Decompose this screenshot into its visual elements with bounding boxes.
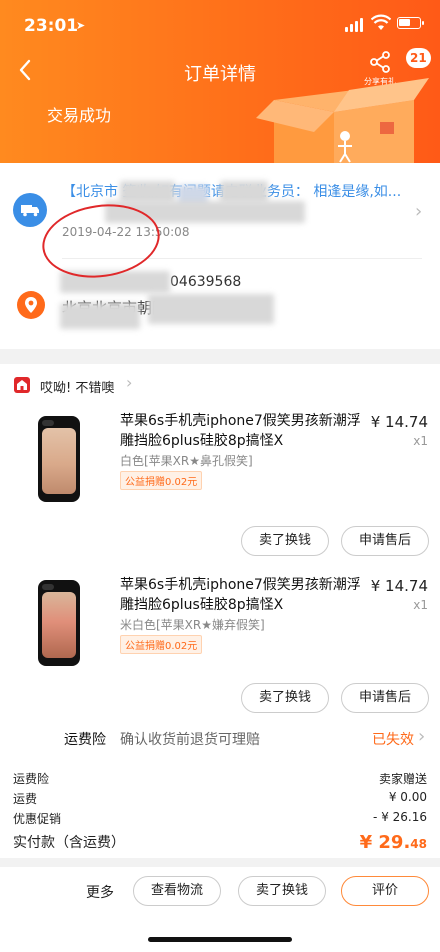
bottom-action-bar: 更多 查看物流 卖了换钱 评价: [0, 867, 440, 952]
product-quantity: x1: [413, 598, 428, 612]
product-thumbnail[interactable]: [38, 580, 80, 666]
freight-insurance-row[interactable]: 运费险 确认收货前退货可理赔 已失效 ›: [0, 724, 440, 764]
status-bar: 23:01 ➤: [0, 0, 440, 44]
resell-button[interactable]: 卖了换钱: [238, 876, 326, 906]
chevron-right-icon: ›: [418, 726, 426, 747]
more-button[interactable]: 更多: [86, 882, 114, 902]
product-price: ¥ 14.74: [370, 577, 428, 595]
freight-insurance-desc: 确认收货前退货可理赔: [120, 732, 260, 748]
total-label: 实付款（含运费）: [13, 835, 125, 851]
chevron-right-icon: ›: [415, 201, 423, 222]
privacy-blur: [60, 303, 140, 329]
total-amount: ¥ 29.48: [359, 832, 427, 853]
signal-icon: [345, 18, 365, 32]
battery-icon: [397, 17, 424, 29]
summary-value: - ¥ 26.16: [373, 810, 427, 824]
summary-row: 运费 ¥ 0.00: [0, 790, 440, 810]
product-title[interactable]: 苹果6s手机壳iphone7假笑男孩新潮浮雕挡脸6plus硅胶8p搞怪X: [120, 575, 370, 615]
resell-button[interactable]: 卖了换钱: [241, 683, 329, 713]
product-quantity: x1: [413, 434, 428, 448]
product-spec: 白色[苹果XR★鼻孔假笑]: [120, 454, 253, 468]
freight-insurance-status: 已失效: [372, 732, 414, 748]
privacy-blur: [148, 294, 274, 324]
product-thumbnail[interactable]: [38, 416, 80, 502]
status-time: 23:01: [24, 16, 79, 36]
summary-value: 卖家赠送: [378, 772, 427, 786]
product-price: ¥ 14.74: [370, 413, 428, 431]
summary-label: 优惠促销: [13, 812, 62, 826]
home-indicator: [148, 937, 292, 942]
charity-tag: 公益捐赠0.02元: [120, 635, 203, 654]
package-box-illustration: [256, 78, 429, 163]
receiver-phone: 04639568: [170, 274, 242, 290]
order-status: 交易成功: [47, 106, 112, 125]
message-badge[interactable]: 21: [406, 48, 431, 68]
wifi-icon: [371, 14, 391, 30]
charity-tag: 公益捐赠0.02元: [120, 471, 203, 490]
total-row: 实付款（含运费） ¥ 29.48: [0, 832, 440, 858]
product-item[interactable]: 苹果6s手机壳iphone7假笑男孩新潮浮雕挡脸6plus硅胶8p搞怪X ¥ 1…: [0, 364, 440, 556]
product-spec: 米白色[苹果XR★嫌弃假笑]: [120, 618, 265, 632]
location-icon: [17, 291, 45, 319]
product-title[interactable]: 苹果6s手机壳iphone7假笑男孩新潮浮雕挡脸6plus硅胶8p搞怪X: [120, 411, 370, 451]
truck-icon: [13, 193, 47, 227]
privacy-blur: [120, 181, 175, 203]
privacy-blur: [220, 181, 268, 203]
location-arrow-icon: ➤: [76, 19, 86, 32]
freight-insurance-label: 运费险: [64, 732, 106, 748]
product-item[interactable]: 苹果6s手机壳iphone7假笑男孩新潮浮雕挡脸6plus硅胶8p搞怪X ¥ 1…: [0, 528, 440, 713]
order-items-card: 哎呦! 不错噢 › 苹果6s手机壳iphone7假笑男孩新潮浮雕挡脸6plus硅…: [0, 364, 440, 858]
summary-row: 运费险 卖家赠送: [0, 770, 440, 790]
summary-value: ¥ 0.00: [388, 790, 427, 804]
after-sale-button[interactable]: 申请售后: [341, 683, 429, 713]
summary-label: 运费险: [13, 772, 50, 786]
summary-label: 运费: [13, 792, 38, 806]
order-header: 23:01 ➤ 订单详情 分享有礼 21 交易成功: [0, 0, 440, 163]
summary-row: 优惠促销 - ¥ 26.16: [0, 810, 440, 830]
review-button[interactable]: 评价: [341, 876, 429, 906]
view-logistics-button[interactable]: 查看物流: [133, 876, 221, 906]
